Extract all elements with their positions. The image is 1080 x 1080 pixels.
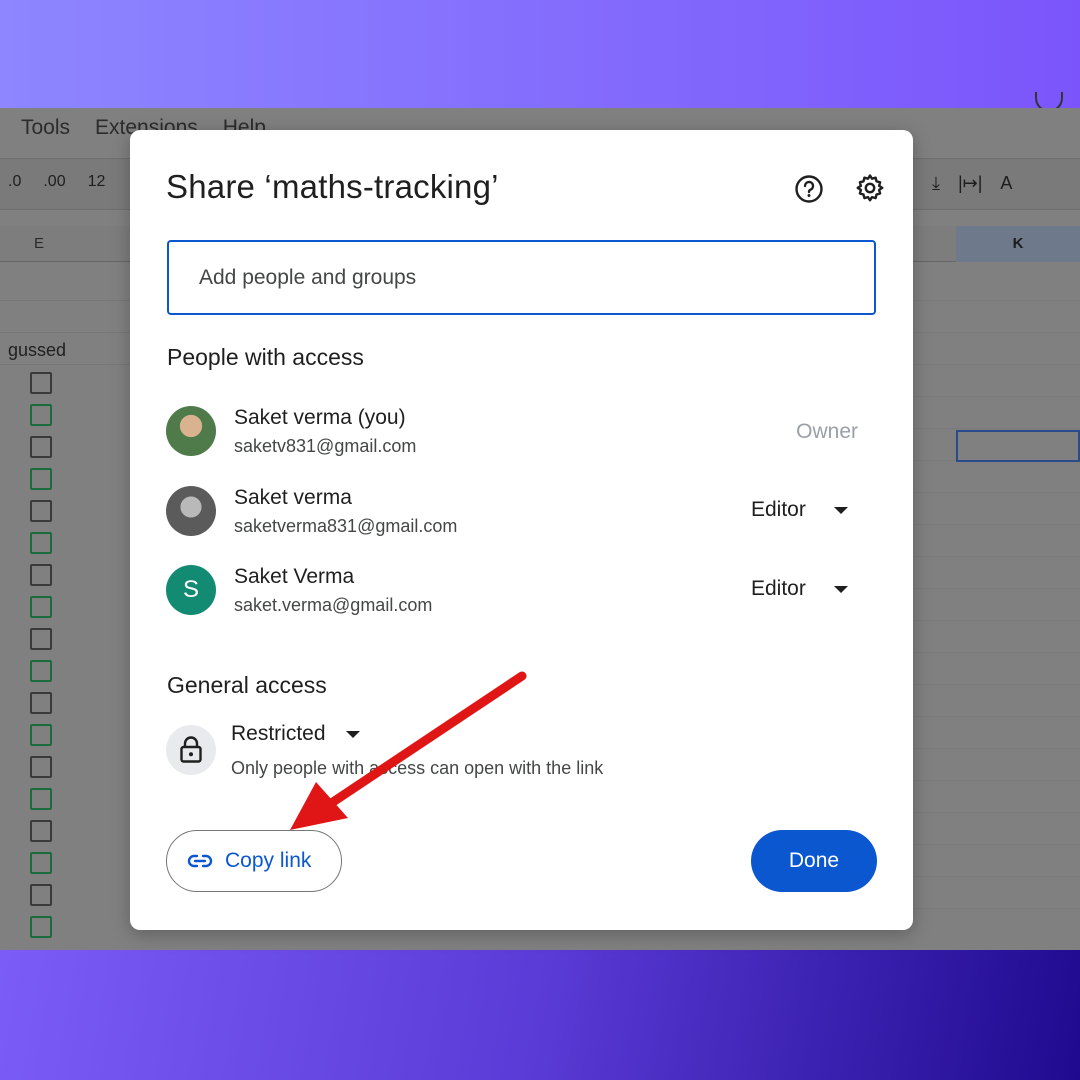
person-row: S Saket Verma saket.verma@gmail.com Edit… [166,565,876,625]
checkbox[interactable] [30,532,52,554]
person-name: Saket verma [234,486,352,509]
vertical-align-icon[interactable]: ⤓ [932,173,940,194]
bottom-background-band [0,950,1080,1080]
column-e-header[interactable]: E [34,235,44,252]
caret-down-icon [833,585,848,593]
person-row: Saket verma saketverma831@gmail.com Edit… [166,486,876,546]
person-email: saket.verma@gmail.com [234,595,433,615]
link-icon [187,854,213,868]
role-label: Editor [751,498,806,521]
copy-link-button[interactable]: Copy link [166,830,342,892]
dialog-title: Share ‘maths-tracking’ [166,168,499,205]
share-dialog: Share ‘maths-tracking’ People with acces… [130,130,913,930]
access-level-dropdown[interactable]: Restricted [231,722,360,746]
avatar [166,486,216,536]
caret-down-icon [833,506,848,514]
number-format-button[interactable]: 12 [88,173,106,191]
checkbox[interactable] [30,692,52,714]
checkbox[interactable] [30,916,52,938]
left-column-cells [0,262,130,950]
people-with-access-title: People with access [167,344,364,370]
checkbox[interactable] [30,820,52,842]
menu-tools[interactable]: Tools [21,116,70,140]
checkbox[interactable] [30,596,52,618]
decrease-decimal-button[interactable]: .0 [8,173,21,191]
person-name: Saket verma (you) [234,406,406,429]
checkbox[interactable] [30,436,52,458]
selected-cell[interactable] [956,430,1080,462]
checkbox[interactable] [30,724,52,746]
lock-icon-container [166,725,216,775]
checkbox[interactable] [30,788,52,810]
checkbox[interactable] [30,628,52,650]
avatar: S [166,565,216,615]
caret-down-icon [345,730,360,738]
avatar [166,406,216,456]
right-column-cells [914,262,1080,950]
cell-gussed[interactable]: gussed [8,340,66,361]
access-description: Only people with access can open with th… [231,758,604,778]
copy-link-label: Copy link [225,849,312,872]
person-row: Saket verma (you) saketv831@gmail.com Ow… [166,406,876,466]
checkbox[interactable] [30,660,52,682]
text-wrap-icon[interactable]: |↦| [958,173,982,194]
checkbox[interactable] [30,564,52,586]
top-background-band [0,0,1080,108]
role-dropdown[interactable]: Editor [751,577,848,601]
role-dropdown[interactable]: Editor [751,498,848,522]
person-email: saketverma831@gmail.com [234,516,458,536]
checkbox[interactable] [30,404,52,426]
checkbox[interactable] [30,372,52,394]
person-email: saketv831@gmail.com [234,436,417,456]
checkbox[interactable] [30,756,52,778]
text-rotate-icon[interactable]: A [1000,173,1012,194]
access-level-label: Restricted [231,722,326,745]
column-k-header[interactable]: K [956,226,1080,262]
checkbox[interactable] [30,884,52,906]
add-people-input[interactable] [167,240,876,315]
checkbox[interactable] [30,468,52,490]
done-button[interactable]: Done [751,830,877,892]
checkbox[interactable] [30,852,52,874]
gear-icon[interactable] [854,172,886,204]
general-access-title: General access [167,672,327,698]
increase-decimal-button[interactable]: .00 [43,173,65,191]
help-icon[interactable] [794,174,824,204]
checkbox[interactable] [30,500,52,522]
lock-icon [180,736,202,763]
role-owner-label: Owner [796,420,858,443]
role-label: Editor [751,577,806,600]
person-name: Saket Verma [234,565,355,588]
